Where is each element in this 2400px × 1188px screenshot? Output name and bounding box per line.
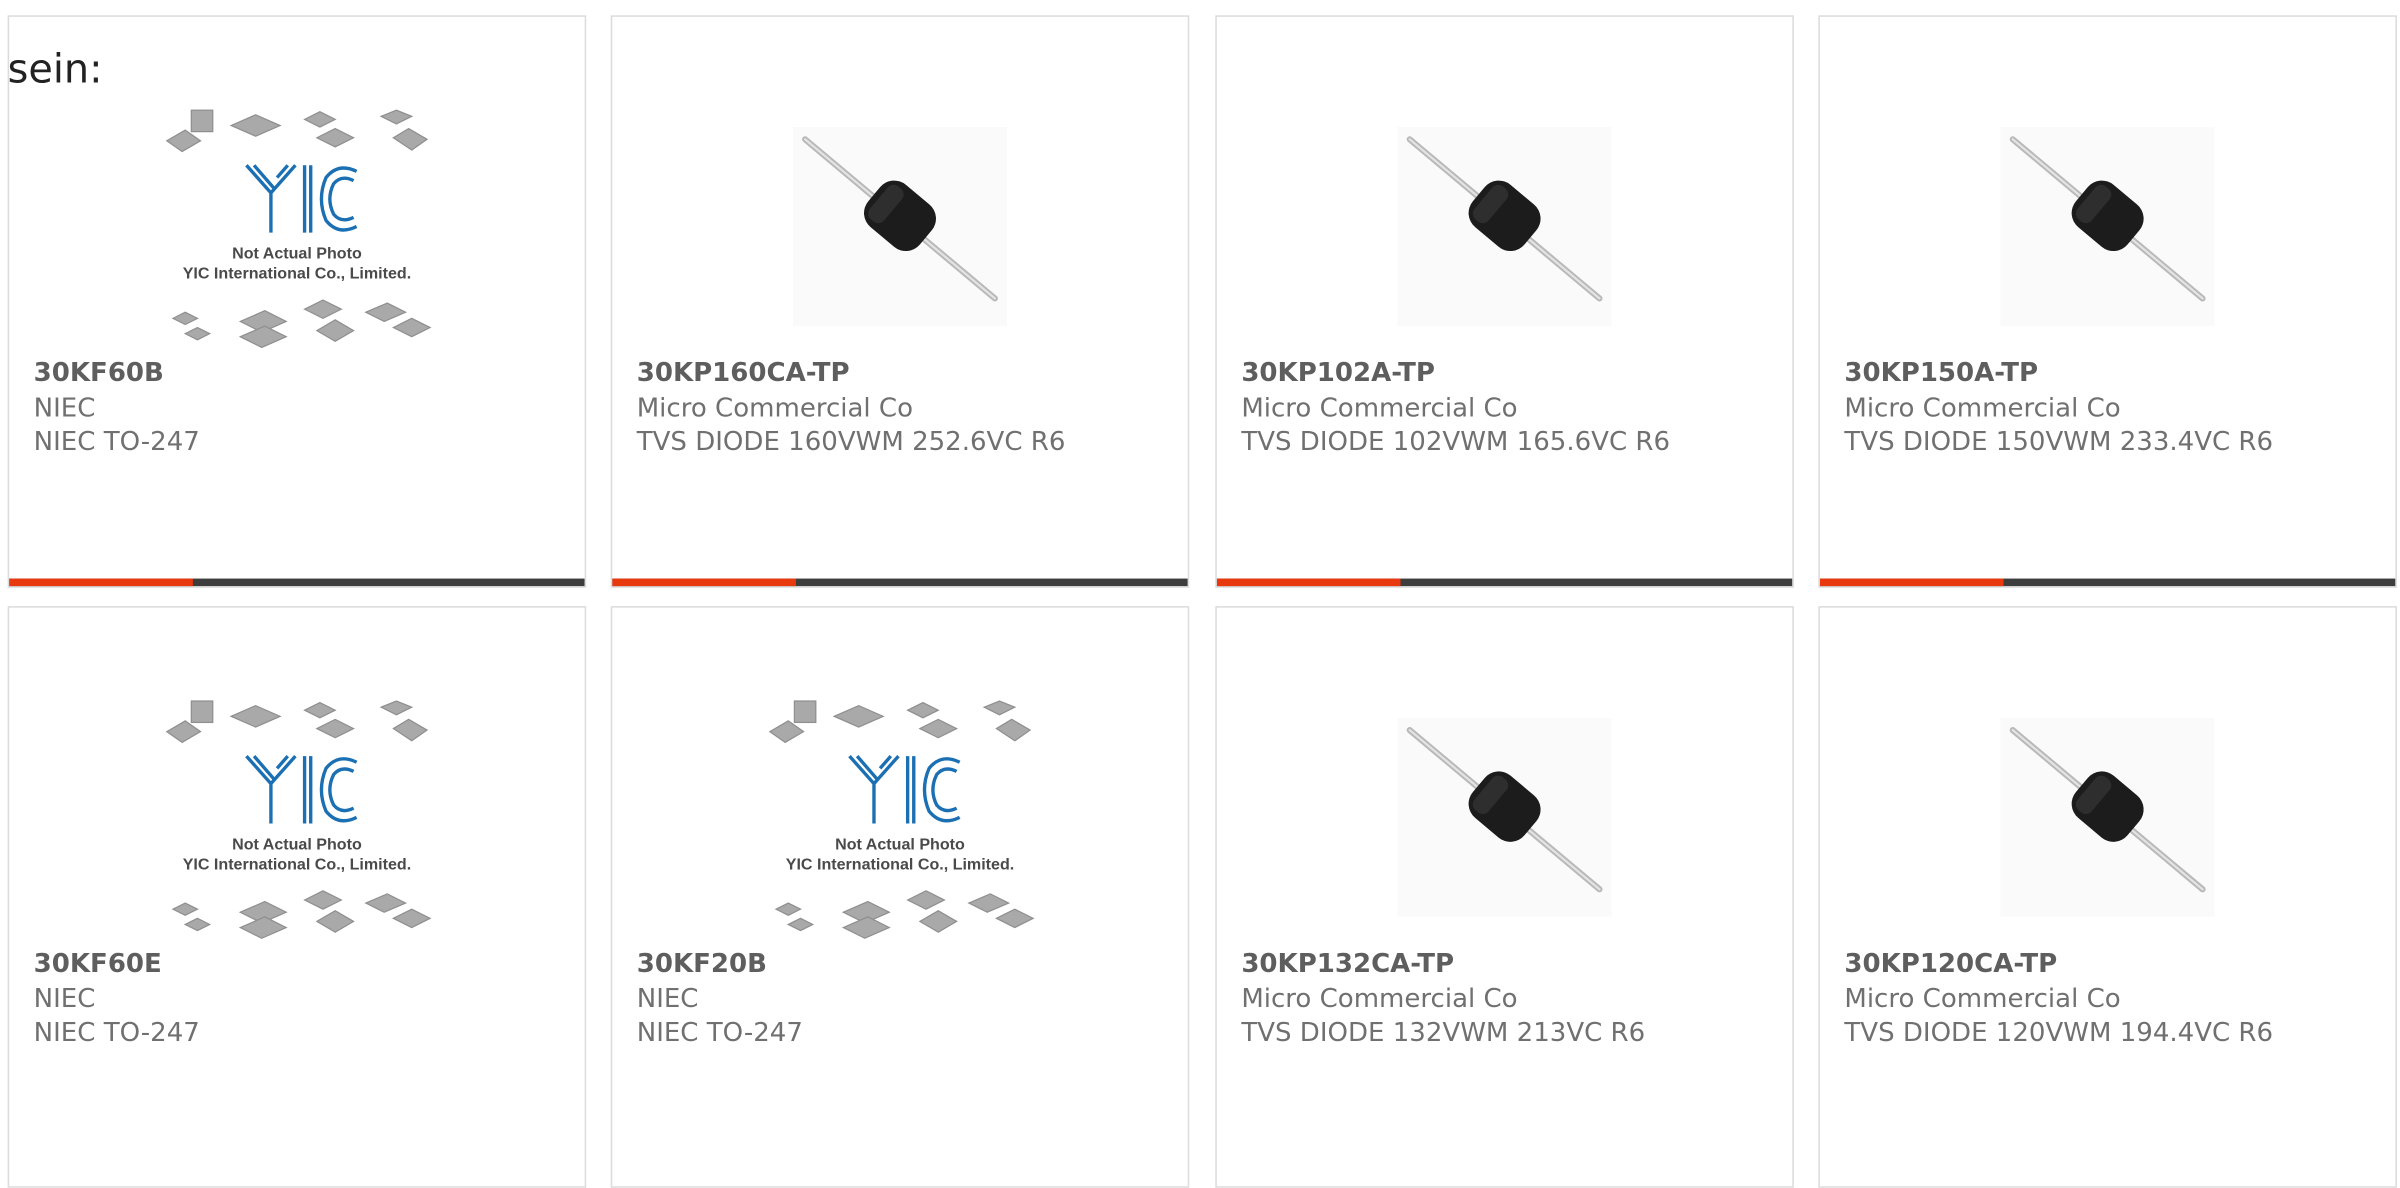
card-progress-fill [1819, 578, 2005, 587]
card-progress-bar [1819, 578, 2396, 587]
product-description: TVS DIODE 132VWM 213VC R6 [1241, 1017, 1646, 1049]
part-number-link[interactable]: 30KP132CA-TP [1241, 947, 1774, 981]
yic-placeholder-svg: Not Actual Photo YIC International Co., … [768, 700, 1035, 939]
axial-diode-svg [2000, 127, 2215, 327]
part-number-link[interactable]: 30KP120CA-TP [1844, 947, 2377, 981]
axial-diode-image[interactable] [1217, 678, 1793, 957]
manufacturer-name: Micro Commercial Co [1241, 983, 1518, 1015]
product-info: 30KP120CA-TP Micro Commercial Co TVS DIODE… [1844, 947, 2377, 1050]
part-number-link[interactable]: 30KP160CA-TP [637, 357, 1170, 391]
product-info: 30KF20B NIEC NIEC TO-247 [637, 947, 1170, 1050]
yic-placeholder-svg: Not Actual Photo YIC International Co., … [165, 109, 432, 349]
product-card[interactable]: Not Actual Photo YIC International Co., … [7, 15, 587, 588]
placeholder-caption-2: YIC International Co., Limited. [786, 855, 1014, 873]
part-number-link[interactable]: 30KF60E [34, 947, 567, 981]
product-card[interactable]: 30KP160CA-TP Micro Commercial Co TVS DIODE… [610, 15, 1190, 588]
product-card[interactable]: 30KP120CA-TP Micro Commercial Co TVS DIODE… [1818, 606, 2397, 1188]
axial-diode-image[interactable] [1820, 87, 2396, 366]
product-card[interactable]: Not Actual Photo YIC International Co., … [7, 606, 587, 1188]
yic-placeholder-image[interactable]: Not Actual Photo YIC International Co., … [612, 678, 1188, 957]
product-card[interactable]: 30KP150A-TP Micro Commercial Co TVS DIODE … [1818, 15, 2397, 588]
manufacturer-name: Micro Commercial Co [636, 392, 914, 424]
axial-diode-image[interactable] [1820, 678, 2396, 957]
axial-diode-svg [792, 127, 1008, 327]
product-card[interactable]: 30KP132CA-TP Micro Commercial Co TVS DIODE… [1215, 606, 1794, 1188]
product-description: NIEC TO-247 [33, 427, 200, 458]
placeholder-caption-2: YIC International Co., Limited. [183, 855, 411, 873]
product-info: 30KP150A-TP Micro Commercial Co TVS DIODE … [1844, 357, 2377, 460]
product-info: 30KP102A-TP Micro Commercial Co TVS DIODE … [1241, 357, 1774, 460]
product-description: TVS DIODE 150VWM 233.4VC R6 [1844, 427, 2274, 458]
product-info: 30KP160CA-TP Micro Commercial Co TVS DIODE… [637, 357, 1170, 460]
product-description: TVS DIODE 120VWM 194.4VC R6 [1844, 1017, 2274, 1049]
part-number-link[interactable]: 30KP102A-TP [1241, 357, 1774, 391]
manufacturer-name: NIEC [636, 983, 699, 1015]
manufacturer-name: Micro Commercial Co [1844, 392, 2121, 424]
product-description: NIEC TO-247 [33, 1017, 200, 1049]
product-description: TVS DIODE 160VWM 252.6VC R6 [636, 427, 1066, 458]
axial-diode-svg [1397, 717, 1612, 917]
placeholder-caption-1: Not Actual Photo [232, 835, 362, 853]
axial-diode-image[interactable] [612, 87, 1188, 366]
product-card[interactable]: Not Actual Photo YIC International Co., … [610, 606, 1190, 1188]
part-number-link[interactable]: 30KP150A-TP [1844, 357, 2377, 391]
yic-placeholder-image[interactable]: Not Actual Photo YIC International Co., … [9, 87, 585, 366]
card-progress-bar [612, 578, 1188, 587]
product-grid: sein: Not Actual Photo YIC International… [0, 0, 2400, 1188]
placeholder-caption-1: Not Actual Photo [232, 245, 362, 263]
card-progress-bar [1216, 578, 1793, 587]
manufacturer-name: NIEC [33, 983, 96, 1015]
card-progress-bar [9, 578, 585, 587]
section-heading: sein: [7, 47, 103, 94]
card-progress-fill [9, 578, 194, 587]
part-number-link[interactable]: 30KF60B [34, 357, 567, 391]
product-card[interactable]: 30KP102A-TP Micro Commercial Co TVS DIODE … [1215, 15, 1794, 588]
placeholder-caption-2: YIC International Co., Limited. [183, 265, 411, 283]
product-info: 30KP132CA-TP Micro Commercial Co TVS DIODE… [1241, 947, 1774, 1050]
manufacturer-name: Micro Commercial Co [1241, 392, 1518, 424]
manufacturer-name: Micro Commercial Co [1844, 983, 2121, 1015]
card-progress-fill [612, 578, 797, 587]
product-description: TVS DIODE 102VWM 165.6VC R6 [1241, 427, 1671, 458]
axial-diode-image[interactable] [1217, 87, 1793, 366]
manufacturer-name: NIEC [33, 392, 96, 424]
yic-placeholder-image[interactable]: Not Actual Photo YIC International Co., … [9, 678, 585, 957]
card-progress-fill [1216, 578, 1401, 587]
product-info: 30KF60B NIEC NIEC TO-247 [34, 357, 567, 460]
axial-diode-svg [2000, 717, 2215, 917]
yic-placeholder-svg: Not Actual Photo YIC International Co., … [165, 700, 432, 939]
part-number-link[interactable]: 30KF20B [637, 947, 1170, 981]
axial-diode-svg [1397, 127, 1612, 327]
product-info: 30KF60E NIEC NIEC TO-247 [34, 947, 567, 1050]
placeholder-caption-1: Not Actual Photo [835, 835, 965, 853]
product-description: NIEC TO-247 [636, 1017, 803, 1049]
